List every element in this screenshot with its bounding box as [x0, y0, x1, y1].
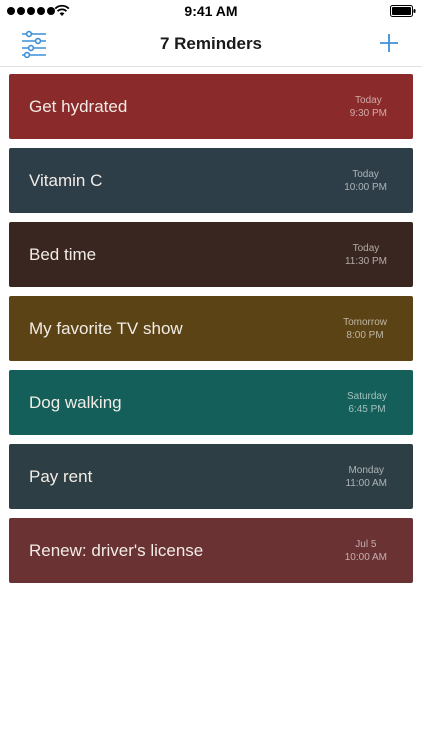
screen: 9:41 AM 7 Reminders Get hydrated Today 9… — [0, 0, 422, 750]
reminder-day: Today — [355, 95, 382, 106]
reminder-datetime: Jul 5 10:00 AM — [345, 538, 387, 564]
reminder-day: Jul 5 — [355, 539, 377, 550]
battery-icon — [390, 5, 416, 17]
reminder-title: Vitamin C — [29, 171, 103, 190]
reminder-datetime: Today 9:30 PM — [350, 94, 387, 120]
reminder-title: Renew: driver's license — [29, 541, 204, 560]
reminder-card[interactable]: Bed time Today 11:30 PM — [9, 222, 413, 287]
reminder-time: 11:00 AM — [345, 478, 387, 489]
reminder-time: 10:00 AM — [344, 552, 387, 563]
reminder-card[interactable]: My favorite TV show Tomorrow 8:00 PM — [9, 296, 413, 361]
reminder-time: 8:00 PM — [346, 330, 384, 341]
status-time: 9:41 AM — [184, 3, 238, 19]
reminder-title: Bed time — [29, 245, 97, 264]
reminder-time: 9:30 PM — [349, 108, 387, 119]
reminder-card[interactable]: Get hydrated Today 9:30 PM — [9, 74, 413, 139]
reminder-time: 10:00 PM — [344, 182, 387, 193]
add-reminder-button[interactable] — [378, 32, 400, 54]
reminder-day: Tomorrow — [343, 317, 387, 328]
reminder-card[interactable]: Dog walking Saturday 6:45 PM — [9, 370, 413, 435]
reminder-title: Get hydrated — [29, 97, 128, 116]
reminder-card[interactable]: Vitamin C Today 10:00 PM — [9, 148, 413, 213]
reminder-title: My favorite TV show — [29, 319, 183, 338]
reminder-day: Today — [352, 243, 380, 254]
reminder-title: Pay rent — [29, 467, 93, 486]
reminder-datetime: Today 10:00 PM — [344, 168, 387, 194]
reminder-time: 11:30 PM — [344, 256, 387, 267]
reminder-card[interactable]: Pay rent Monday 11:00 AM — [9, 444, 413, 509]
status-bar: 9:41 AM — [0, 0, 422, 22]
reminder-day: Monday — [348, 465, 385, 476]
reminder-datetime: Monday 11:00 AM — [345, 464, 387, 490]
reminder-day: Saturday — [346, 391, 387, 402]
reminder-datetime: Today 11:30 PM — [345, 242, 387, 268]
page-title: 7 Reminders — [159, 34, 263, 53]
reminder-time: 6:45 PM — [348, 404, 386, 415]
reminder-datetime: Saturday 6:45 PM — [347, 390, 387, 416]
reminder-day: Today — [352, 169, 379, 180]
reminder-title: Dog walking — [29, 393, 122, 412]
reminder-card[interactable]: Renew: driver's license Jul 5 10:00 AM — [9, 518, 413, 583]
plus-icon — [380, 34, 398, 52]
nav-bar: 7 Reminders — [0, 22, 422, 67]
reminder-datetime: Tomorrow 8:00 PM — [343, 316, 387, 342]
reminder-list: Get hydrated Today 9:30 PM Vitamin C Tod… — [9, 74, 413, 592]
